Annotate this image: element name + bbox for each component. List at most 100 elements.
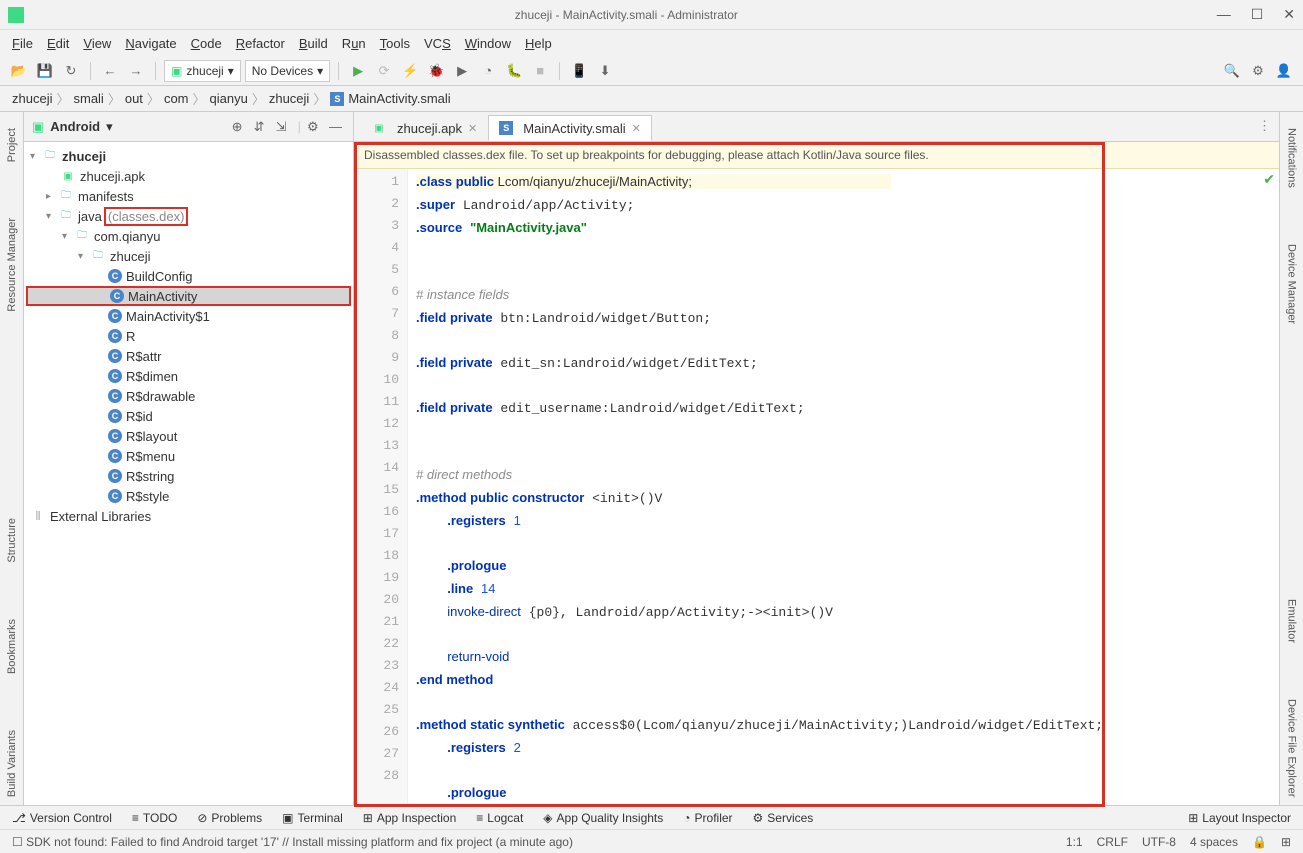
tree-item-rstyle[interactable]: CR$style (24, 486, 353, 506)
tab-device-file-explorer[interactable]: Device File Explorer (1284, 691, 1300, 805)
close-icon[interactable]: ✕ (468, 122, 477, 135)
hide-icon[interactable]: — (329, 119, 345, 135)
forward-icon[interactable]: → (125, 60, 147, 82)
maximize-button[interactable]: ☐ (1251, 6, 1264, 23)
menu-refactor[interactable]: Refactor (236, 36, 285, 51)
tree-item-rdimen[interactable]: CR$dimen (24, 366, 353, 386)
tree-item-rstring[interactable]: CR$string (24, 466, 353, 486)
breadcrumb-item[interactable]: qianyu (210, 91, 248, 106)
breadcrumb-item[interactable]: zhuceji (12, 91, 52, 106)
tab-notifications[interactable]: Notifications (1284, 120, 1300, 196)
bottom-toolbar: ⎇ Version Control ≡ TODO ⊘ Problems ▣ Te… (0, 805, 1303, 829)
expand-icon[interactable]: ⇲ (276, 119, 292, 135)
avd-icon[interactable]: 📱 (568, 60, 590, 82)
tab-structure[interactable]: Structure (4, 510, 20, 571)
search-icon[interactable]: 🔍 (1221, 60, 1243, 82)
tree-item-rmenu[interactable]: CR$menu (24, 446, 353, 466)
breadcrumb-item[interactable]: out (125, 91, 143, 106)
tree-item-rid[interactable]: CR$id (24, 406, 353, 426)
tree-item-mainactivity[interactable]: CMainActivity (26, 286, 351, 306)
sdk-icon[interactable]: ⬇ (594, 60, 616, 82)
minimize-button[interactable]: — (1217, 6, 1231, 23)
coverage-icon[interactable]: ▶ (451, 60, 473, 82)
tab-label: zhuceji.apk (397, 121, 462, 136)
gear-icon[interactable]: ⚙ (307, 119, 323, 135)
run-icon[interactable]: ▶ (347, 60, 369, 82)
readonly-icon[interactable]: 🔒 (1252, 835, 1267, 849)
back-icon[interactable]: ← (99, 60, 121, 82)
sync-icon[interactable]: ↻ (60, 60, 82, 82)
apply-code-icon[interactable]: ⚡ (399, 60, 421, 82)
open-icon[interactable]: 📂 (8, 60, 30, 82)
run-config-dropdown[interactable]: ▣ zhuceji ▾ (164, 60, 241, 82)
tree-item-rdrawable[interactable]: CR$drawable (24, 386, 353, 406)
tree-item-extlib[interactable]: ⫼External Libraries (24, 506, 353, 526)
tree-label: zhuceji (62, 149, 106, 164)
tree-item-rattr[interactable]: CR$attr (24, 346, 353, 366)
chevron-down-icon[interactable]: ▾ (106, 119, 113, 135)
project-tree[interactable]: ▾🗀zhuceji ▣zhuceji.apk ▸🗀manifests ▾🗀jav… (24, 142, 353, 805)
menu-run[interactable]: Run (342, 36, 366, 51)
breadcrumb-item[interactable]: com (164, 91, 189, 106)
menu-navigate[interactable]: Navigate (125, 36, 176, 51)
menu-build[interactable]: Build (299, 36, 328, 51)
settings-icon[interactable]: ⚙ (1247, 60, 1269, 82)
editor-tab-apk[interactable]: ▣ zhuceji.apk ✕ (360, 115, 488, 141)
tab-build-variants[interactable]: Build Variants (4, 722, 20, 805)
collapse-icon[interactable]: ⇵ (254, 119, 270, 135)
tree-item-pkg[interactable]: ▾🗀com.qianyu (24, 226, 353, 246)
code-content[interactable]: .class public Lcom/qianyu/zhuceji/MainAc… (408, 169, 1279, 805)
breadcrumb-item[interactable]: MainActivity.smali (348, 91, 450, 106)
editor-body[interactable]: 1234567891011121314151617181920212223242… (354, 169, 1279, 805)
status-encoding[interactable]: UTF-8 (1142, 835, 1176, 849)
tree-item-pkg2[interactable]: ▾🗀zhuceji (24, 246, 353, 266)
debug-icon[interactable]: 🐞 (425, 60, 447, 82)
tree-label: R$attr (126, 349, 161, 364)
tab-resource-manager[interactable]: Resource Manager (4, 210, 20, 320)
tree-item-rlayout[interactable]: CR$layout (24, 426, 353, 446)
stop-icon[interactable]: ■ (529, 60, 551, 82)
tree-item-java[interactable]: ▾🗀java (classes.dex) (24, 206, 353, 226)
apply-changes-icon[interactable]: ⟳ (373, 60, 395, 82)
tree-item-buildconfig[interactable]: CBuildConfig (24, 266, 353, 286)
close-button[interactable]: ✕ (1283, 6, 1295, 23)
editor-tab-smali[interactable]: S MainActivity.smali ✕ (488, 115, 652, 141)
profile-icon[interactable]: ◔ (477, 60, 499, 82)
widget-icon[interactable]: ⊞ (1281, 835, 1291, 849)
tab-emulator[interactable]: Emulator (1284, 591, 1300, 651)
status-line-ending[interactable]: CRLF (1097, 835, 1128, 849)
tree-item-r[interactable]: CR (24, 326, 353, 346)
menu-edit[interactable]: Edit (47, 36, 69, 51)
attach-debugger-icon[interactable]: 🐛 (503, 60, 525, 82)
save-icon[interactable]: 💾 (34, 60, 56, 82)
menu-view[interactable]: View (83, 36, 111, 51)
tree-item-manifests[interactable]: ▸🗀manifests (24, 186, 353, 206)
menu-file[interactable]: File (12, 36, 33, 51)
more-icon[interactable]: ⋮ (1258, 118, 1271, 134)
left-tool-gutter: Project Resource Manager Structure Bookm… (0, 112, 24, 805)
tab-project[interactable]: Project (4, 120, 20, 170)
menu-help[interactable]: Help (525, 36, 552, 51)
tab-bookmarks[interactable]: Bookmarks (4, 611, 20, 682)
breadcrumb-item[interactable]: smali (73, 91, 103, 106)
tree-root[interactable]: ▾🗀zhuceji (24, 146, 353, 166)
status-indent[interactable]: 4 spaces (1190, 835, 1238, 849)
menu-vcs[interactable]: VCS (424, 36, 451, 51)
menu-code[interactable]: Code (191, 36, 222, 51)
breadcrumb-item[interactable]: zhuceji (269, 91, 309, 106)
tab-device-manager[interactable]: Device Manager (1284, 236, 1300, 332)
chevron-down-icon: ▾ (317, 64, 323, 78)
project-view-title[interactable]: Android (50, 119, 100, 134)
status-position[interactable]: 1:1 (1066, 835, 1083, 849)
menu-window[interactable]: Window (465, 36, 511, 51)
status-message[interactable]: SDK not found: Failed to find Android ta… (26, 835, 573, 849)
project-header: ▣ Android ▾ ⊕ ⇵ ⇲ | ⚙ — (24, 112, 353, 142)
device-dropdown[interactable]: No Devices ▾ (245, 60, 330, 82)
tree-item-mainactivity1[interactable]: CMainActivity$1 (24, 306, 353, 326)
close-icon[interactable]: ✕ (632, 122, 641, 135)
menu-tools[interactable]: Tools (380, 36, 410, 51)
user-icon[interactable]: 👤 (1273, 60, 1295, 82)
tree-item-apk[interactable]: ▣zhuceji.apk (24, 166, 353, 186)
highlight-classes-dex: (classes.dex) (104, 207, 189, 226)
target-icon[interactable]: ⊕ (232, 119, 248, 135)
